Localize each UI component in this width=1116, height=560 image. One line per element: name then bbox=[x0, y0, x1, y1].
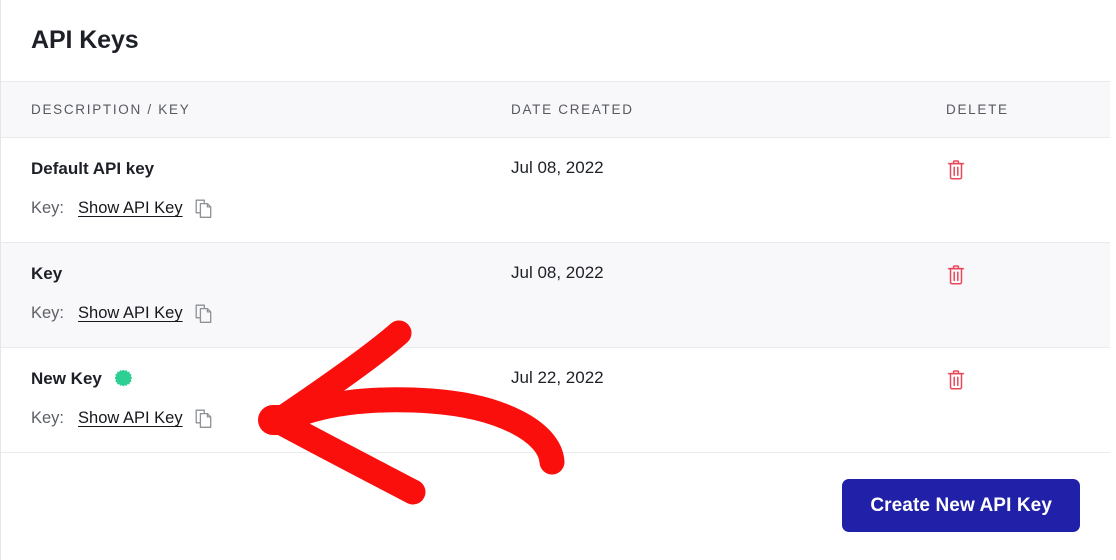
key-row: Key: Show API Key bbox=[31, 408, 506, 429]
copy-icon[interactable] bbox=[195, 198, 214, 219]
row-delete-cell bbox=[926, 348, 1110, 396]
trash-icon bbox=[947, 265, 965, 285]
row-delete-cell bbox=[926, 138, 1110, 186]
row-description-cell: Default API key Key: Show API Key bbox=[1, 138, 506, 219]
api-key-name: New Key bbox=[31, 369, 506, 387]
api-key-name: Default API key bbox=[31, 159, 506, 177]
api-key-name-label: New Key bbox=[31, 368, 102, 388]
show-api-key-link[interactable]: Show API Key bbox=[78, 199, 183, 218]
delete-api-key-button[interactable] bbox=[946, 369, 966, 391]
trash-icon bbox=[947, 370, 965, 390]
delete-api-key-button[interactable] bbox=[946, 264, 966, 286]
column-header-date-created: DATE CREATED bbox=[511, 102, 634, 117]
api-key-name-label: Key bbox=[31, 263, 63, 283]
row-description-cell: Key Key: Show API Key bbox=[1, 243, 506, 324]
column-header-delete: DELETE bbox=[946, 102, 1009, 117]
key-label: Key: bbox=[31, 199, 65, 217]
key-label: Key: bbox=[31, 304, 65, 322]
table-row: Default API key Key: Show API Key Jul 08… bbox=[1, 138, 1110, 243]
api-keys-table: DESCRIPTION / KEY DATE CREATED DELETE De… bbox=[1, 82, 1110, 453]
date-created-value: Jul 22, 2022 bbox=[511, 368, 604, 387]
card-header: API Keys bbox=[1, 0, 1110, 82]
show-api-key-link[interactable]: Show API Key bbox=[78, 304, 183, 323]
row-date-cell: Jul 22, 2022 bbox=[506, 348, 926, 386]
table-row: Key Key: Show API Key Jul 08, 2022 bbox=[1, 243, 1110, 348]
delete-api-key-button[interactable] bbox=[946, 159, 966, 181]
table-row: New Key Key: Show API Key Jul 22, 2022 bbox=[1, 348, 1110, 453]
row-description-cell: New Key Key: Show API Key bbox=[1, 348, 506, 429]
row-date-cell: Jul 08, 2022 bbox=[506, 138, 926, 176]
api-keys-card: API Keys DESCRIPTION / KEY DATE CREATED … bbox=[0, 0, 1116, 560]
key-row: Key: Show API Key bbox=[31, 198, 506, 219]
date-created-value: Jul 08, 2022 bbox=[511, 158, 604, 177]
key-row: Key: Show API Key bbox=[31, 303, 506, 324]
page-title: API Keys bbox=[31, 26, 139, 54]
api-key-name: Key bbox=[31, 264, 506, 282]
new-starburst-badge-icon bbox=[114, 369, 132, 387]
row-date-cell: Jul 08, 2022 bbox=[506, 243, 926, 281]
date-created-value: Jul 08, 2022 bbox=[511, 263, 604, 282]
card-footer: Create New API Key bbox=[1, 453, 1110, 557]
copy-icon[interactable] bbox=[195, 408, 214, 429]
row-delete-cell bbox=[926, 243, 1110, 291]
key-label: Key: bbox=[31, 409, 65, 427]
table-header-row: DESCRIPTION / KEY DATE CREATED DELETE bbox=[1, 82, 1110, 138]
show-api-key-link[interactable]: Show API Key bbox=[78, 409, 183, 428]
create-new-api-key-button[interactable]: Create New API Key bbox=[842, 478, 1080, 532]
trash-icon bbox=[947, 160, 965, 180]
column-header-description: DESCRIPTION / KEY bbox=[31, 102, 191, 117]
copy-icon[interactable] bbox=[195, 303, 214, 324]
api-key-name-label: Default API key bbox=[31, 158, 155, 178]
